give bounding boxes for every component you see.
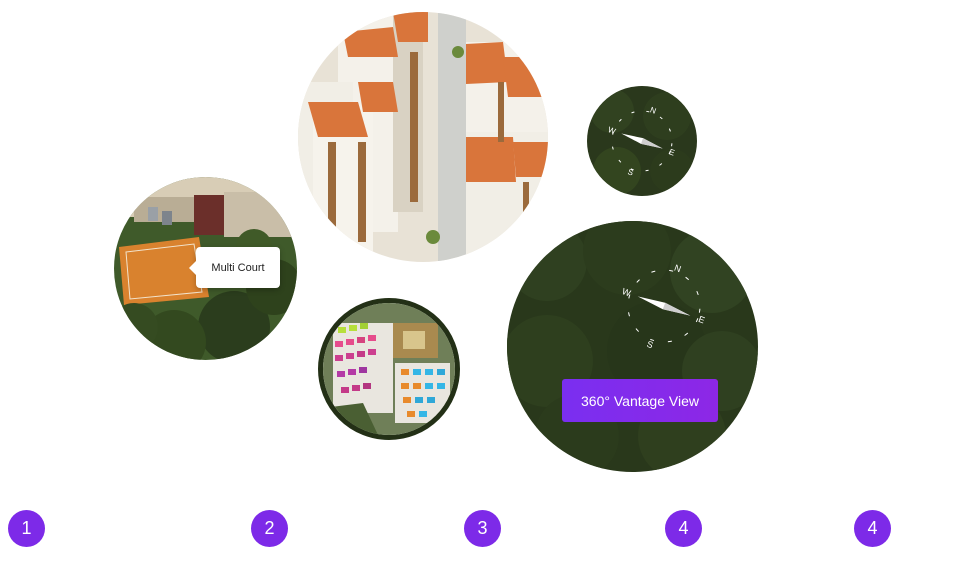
step-1-marker[interactable]: 1 [8, 510, 45, 547]
step-2-marker[interactable]: 2 [251, 510, 288, 547]
multi-court-label: Multi Court [189, 247, 280, 288]
site-plan-view[interactable] [318, 298, 460, 440]
compass-small-view[interactable]: N E S W [587, 86, 697, 196]
vantage-view-panel: N E S W [507, 221, 758, 472]
tower-aerial-image [298, 12, 548, 262]
compass-icon: N E S W [587, 86, 697, 196]
step-3-marker[interactable]: 3 [464, 510, 501, 547]
tower-aerial-view[interactable] [298, 12, 548, 262]
site-plan-image [323, 303, 455, 435]
vantage-view-button[interactable]: 360° Vantage View [562, 379, 718, 422]
step-4b-marker[interactable]: 4 [854, 510, 891, 547]
vantage-selector: Multi Court N E S W N E S W 360° Vantage… [0, 0, 960, 562]
compass-icon-large: N E S W [507, 221, 758, 472]
step-4-marker[interactable]: 4 [665, 510, 702, 547]
